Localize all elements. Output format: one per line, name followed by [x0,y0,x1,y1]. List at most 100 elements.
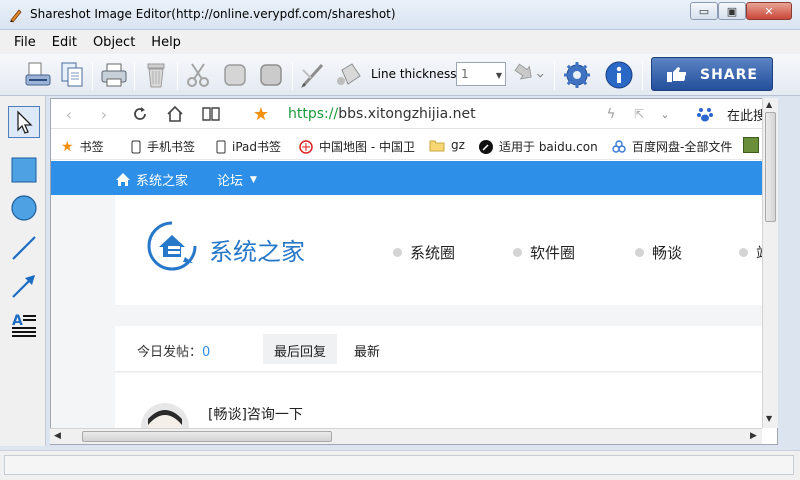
forward-icon[interactable]: › [94,104,114,124]
reload-icon[interactable] [130,104,150,124]
toolbar-separator [92,62,93,90]
today-posts-label: 今日发帖：0 [137,345,211,360]
post-title[interactable]: [畅谈]咨询一下 [208,404,303,424]
menu-edit[interactable]: Edit [52,35,77,50]
bookmarks-bar: ★ 书签 手机书签 iPad书签 中国地图 - 中国卫 gz 适用于 baidu.… [51,130,777,160]
toolbar-separator [177,62,178,90]
toolbar: Line thickness 1 ▼ SHARE [0,54,800,96]
status-panel [4,455,794,475]
window-title: Shareshot Image Editor(http://online.ver… [30,7,396,21]
reader-icon[interactable] [201,104,221,124]
bring-front-icon[interactable] [219,59,251,91]
tab-last-reply[interactable]: 最后回复 [263,334,338,364]
nav-item[interactable]: 畅谈 [635,242,682,263]
menu-file[interactable]: File [14,35,36,50]
line-thickness-label: Line thickness [371,67,457,81]
nav-item[interactable]: 软件圈 [513,242,575,263]
map-icon [299,139,313,154]
ellipse-icon[interactable] [8,192,40,224]
horizontal-scrollbar[interactable]: ◀ ▶ [50,428,762,444]
bookmark-item[interactable]: gz [429,138,465,152]
bookmark-item[interactable]: 中国地图 - 中国卫 [299,138,415,155]
back-icon[interactable]: ‹ [59,104,79,124]
share-button[interactable]: SHARE [651,57,773,91]
scanner-icon[interactable] [22,59,54,91]
tool-palette: A [0,96,46,446]
bookmark-item[interactable]: ★ 书签 [61,138,104,155]
tablet-icon [216,140,226,154]
scroll-up-icon[interactable]: ▲ [766,100,772,109]
image-canvas[interactable]: ‹ › ★ https://bbs.xitongzhijia.net ϟ ⇱ ⌄… [50,98,778,445]
menu-help[interactable]: Help [151,35,181,50]
send-back-icon[interactable] [255,59,287,91]
chevron-down-icon: ▼ [495,71,502,80]
menu-bar: File Edit Object Help [0,30,800,54]
nav-item[interactable]: 系统圈 [393,242,455,263]
status-bar [0,450,800,480]
toolbar-separator [642,62,643,90]
bookmark-item[interactable]: 手机书签 [131,138,195,155]
horizontal-scroll-thumb[interactable] [82,431,332,442]
svg-text:A: A [12,313,23,329]
cloud-icon [612,139,626,154]
pen-icon[interactable] [297,59,329,91]
caret-down-icon: ▼ [250,174,257,185]
post-tabs: 今日发帖：0 最后回复 最新 [115,326,777,372]
maximize-button[interactable]: ▣ [718,2,746,20]
arrow-icon[interactable] [8,270,40,302]
toolbar-separator [554,62,555,90]
toolbar-separator [134,62,135,90]
baidu-paw-icon[interactable] [695,104,715,124]
browser-navbar: ‹ › ★ https://bbs.xitongzhijia.net ϟ ⇱ ⌄… [51,99,777,129]
site-header: 系统之家 论坛 ▼ [51,161,777,195]
site-logo-text[interactable]: 系统之家 [209,232,305,267]
share-hand-icon [667,67,686,82]
info-icon[interactable] [603,59,635,91]
scroll-right-icon[interactable]: ▶ [750,431,757,441]
scroll-down-icon[interactable]: ▼ [766,414,772,423]
favorite-star-icon[interactable]: ★ [251,104,271,125]
lightning-icon[interactable]: ϟ [601,104,621,124]
home-icon[interactable] [165,104,185,124]
bookmark-item[interactable]: 适用于 baidu.con [479,138,598,155]
home-icon [116,173,130,186]
select-pointer-icon[interactable] [8,106,40,138]
copy-pages-icon[interactable] [57,59,89,91]
chevron-down-icon[interactable]: ⌄ [655,104,675,124]
toolbar-separator [292,62,293,90]
line-icon[interactable] [8,232,40,264]
vertical-scroll-thumb[interactable] [765,112,776,222]
forum-dropdown[interactable]: 论坛 ▼ [217,170,257,189]
bucket-fill-icon[interactable] [333,59,365,91]
scroll-left-icon[interactable]: ◀ [54,431,61,441]
tab-newest[interactable]: 最新 [343,334,391,364]
site-logo-icon [147,221,197,271]
tool-icon [479,139,493,154]
text-icon[interactable]: A [8,308,40,340]
vertical-scrollbar[interactable]: ▲ ▼ [762,98,778,428]
menu-object[interactable]: Object [93,35,135,50]
settings-icon[interactable] [561,59,593,91]
site-logo-bar: 系统之家 系统圈 软件圈 畅谈 站 [115,195,777,305]
close-button[interactable]: ✕ [746,2,792,20]
arrow-style-icon[interactable] [512,59,544,91]
window-titlebar: Shareshot Image Editor(http://online.ver… [0,0,800,30]
bookmark-item[interactable]: 百度网盘-全部文件 [612,138,732,155]
share-label: SHARE [700,67,758,83]
search-input[interactable]: 在此搜 [727,105,766,124]
phone-icon [131,140,141,154]
cut-icon[interactable] [182,59,214,91]
address-bar[interactable]: https://bbs.xitongzhijia.net [288,106,476,122]
rectangle-icon[interactable] [8,154,40,186]
app-pen-icon [10,9,22,23]
site-home-link[interactable]: 系统之家 [115,170,188,189]
minimize-button[interactable]: ▭ [690,2,718,20]
line-thickness-select[interactable]: 1 ▼ [456,62,506,86]
star-icon: ★ [61,138,74,155]
share-page-icon[interactable]: ⇱ [629,104,649,124]
bookmark-item[interactable]: iPad书签 [216,138,281,155]
printer-icon[interactable] [98,59,130,91]
folder-icon [429,139,445,152]
trash-icon[interactable] [140,59,172,91]
minecraft-icon[interactable] [743,137,759,153]
